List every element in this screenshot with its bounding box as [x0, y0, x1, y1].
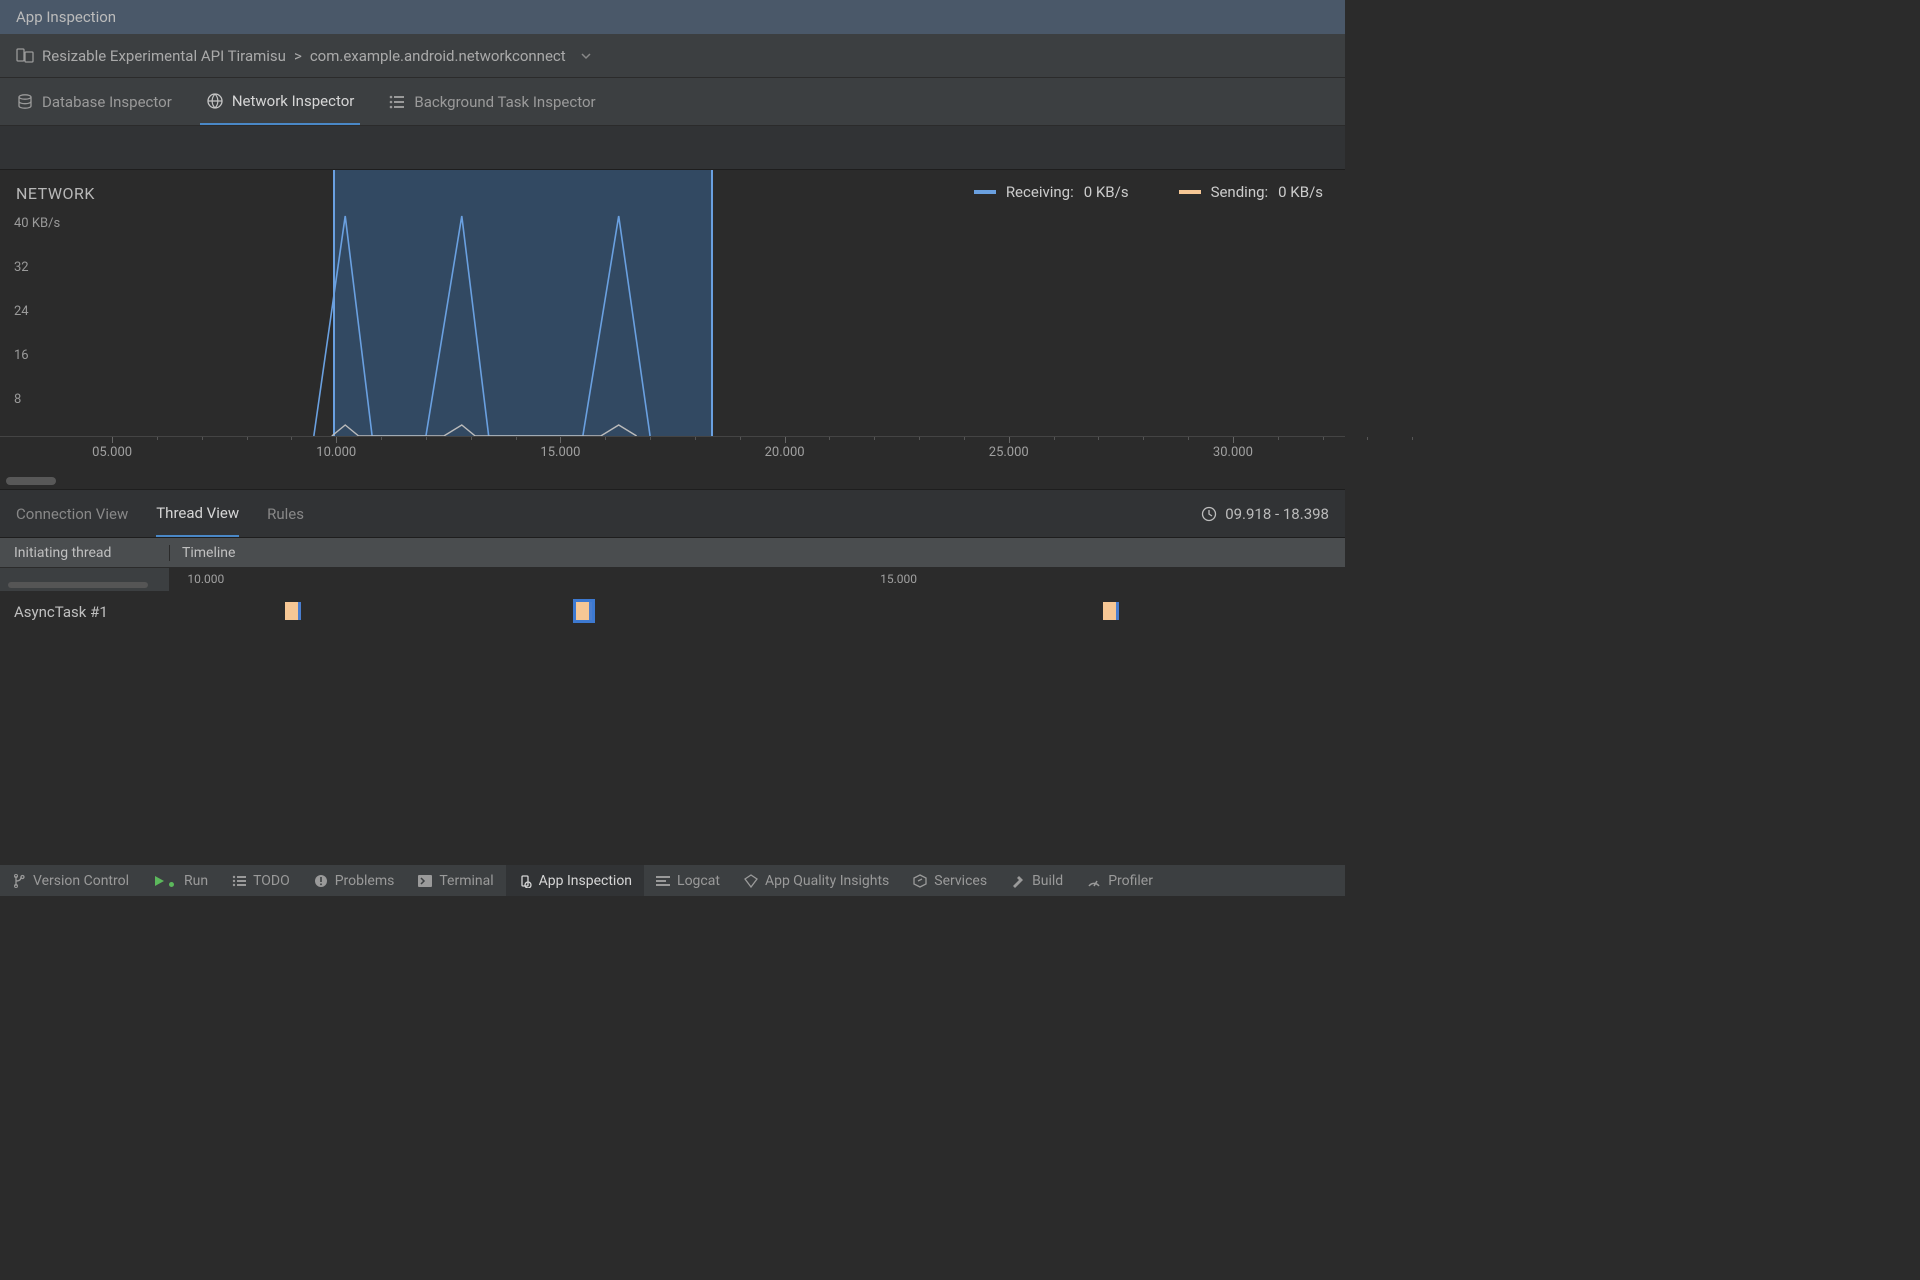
status-services[interactable]: Services	[901, 865, 999, 896]
inspector-tabs: Database Inspector Network Inspector Bac…	[0, 78, 1345, 126]
xtick: 20.000	[765, 445, 805, 460]
branch-icon	[12, 874, 26, 888]
tab-thread-view[interactable]: Thread View	[156, 490, 239, 537]
window-title: App Inspection	[16, 8, 116, 26]
status-label: Logcat	[677, 873, 720, 889]
status-label: Problems	[335, 873, 395, 889]
tab-background-task-inspector[interactable]: Background Task Inspector	[382, 78, 601, 125]
tool-window-bar: Version Control Run TODO Problems Termin…	[0, 864, 1345, 896]
status-label: Version Control	[33, 873, 129, 889]
list-icon	[232, 875, 246, 887]
warning-icon	[314, 874, 328, 888]
status-label: Profiler	[1108, 873, 1153, 889]
status-app-quality[interactable]: App Quality Insights	[732, 865, 901, 896]
tab-label: Database Inspector	[42, 93, 172, 111]
breadcrumb-separator: >	[294, 47, 302, 65]
breadcrumb-process: com.example.android.networkconnect	[310, 47, 566, 65]
globe-icon	[206, 92, 224, 110]
status-terminal[interactable]: Terminal	[406, 865, 505, 896]
timeline-tick: 15.000	[880, 572, 917, 586]
col-timeline[interactable]: Timeline	[170, 545, 1345, 561]
xtick: 30.000	[1213, 445, 1253, 460]
status-version-control[interactable]: Version Control	[0, 865, 141, 896]
network-chart[interactable]: NETWORK Receiving: 0 KB/s Sending: 0 KB/…	[0, 170, 1345, 490]
status-build[interactable]: Build	[999, 865, 1075, 896]
chart-xaxis: 05.000 10.000 15.000 20.000 25.000 30.000	[0, 436, 1345, 468]
gauge-icon	[1087, 874, 1101, 888]
tab-network-inspector[interactable]: Network Inspector	[200, 78, 361, 125]
col-initiating-thread[interactable]: Initiating thread	[0, 545, 170, 561]
status-label: App Inspection	[539, 873, 632, 889]
diamond-icon	[744, 874, 758, 888]
status-label: Terminal	[439, 873, 493, 889]
request-block[interactable]	[1103, 602, 1119, 620]
selection-time-range: 09.918 - 18.398	[1201, 505, 1329, 523]
time-range-text: 09.918 - 18.398	[1225, 505, 1329, 523]
xtick: 05.000	[92, 445, 132, 460]
tab-database-inspector[interactable]: Database Inspector	[10, 78, 178, 125]
tab-connection-view[interactable]: Connection View	[16, 490, 128, 537]
chart-plot	[0, 170, 1345, 436]
breadcrumb-device: Resizable Experimental API Tiramisu	[42, 47, 286, 65]
thread-lane[interactable]	[170, 592, 1345, 632]
request-block[interactable]	[285, 602, 301, 620]
tab-label: Background Task Inspector	[414, 93, 595, 111]
xtick: 15.000	[540, 445, 580, 460]
services-icon	[913, 874, 927, 888]
xtick: 25.000	[989, 445, 1029, 460]
status-label: App Quality Insights	[765, 873, 889, 889]
status-app-inspection[interactable]: App Inspection	[506, 865, 644, 896]
device-icon	[16, 48, 34, 64]
timeline-tick: 10.000	[187, 572, 224, 586]
inspect-icon	[518, 874, 532, 888]
play-icon	[153, 875, 165, 887]
status-label: Run	[184, 873, 208, 889]
logcat-icon	[656, 875, 670, 887]
chevron-down-icon[interactable]	[580, 50, 592, 62]
timeline-ticks: 10.000 15.000	[170, 568, 1345, 591]
status-label: Build	[1032, 873, 1063, 889]
status-todo[interactable]: TODO	[220, 865, 302, 896]
status-label: Services	[934, 873, 987, 889]
xtick: 10.000	[316, 445, 356, 460]
database-icon	[16, 93, 34, 111]
thread-columns-header: Initiating thread Timeline	[0, 538, 1345, 568]
clock-icon	[1201, 506, 1217, 522]
toolbar-spacer	[0, 126, 1345, 170]
status-problems[interactable]: Problems	[302, 865, 407, 896]
thread-name: AsyncTask #1	[0, 592, 170, 632]
thread-column-scrollbar[interactable]	[0, 568, 170, 591]
timeline-ruler: 10.000 15.000	[0, 568, 1345, 592]
status-label: TODO	[253, 873, 290, 889]
detail-tabs: Connection View Thread View Rules 09.918…	[0, 490, 1345, 538]
thread-row: AsyncTask #1	[0, 592, 1345, 632]
status-run[interactable]: Run	[141, 865, 220, 896]
tab-label: Network Inspector	[232, 92, 355, 110]
thread-rows: AsyncTask #1	[0, 592, 1345, 842]
terminal-icon	[418, 875, 432, 887]
tab-rules[interactable]: Rules	[267, 490, 304, 537]
status-logcat[interactable]: Logcat	[644, 865, 732, 896]
window-title-bar: App Inspection	[0, 0, 1345, 34]
process-breadcrumb[interactable]: Resizable Experimental API Tiramisu > co…	[0, 34, 1345, 78]
hammer-icon	[1011, 874, 1025, 888]
status-profiler[interactable]: Profiler	[1075, 865, 1165, 896]
request-block[interactable]	[576, 602, 592, 620]
chart-scrollbar[interactable]	[6, 477, 56, 485]
list-icon	[388, 93, 406, 111]
